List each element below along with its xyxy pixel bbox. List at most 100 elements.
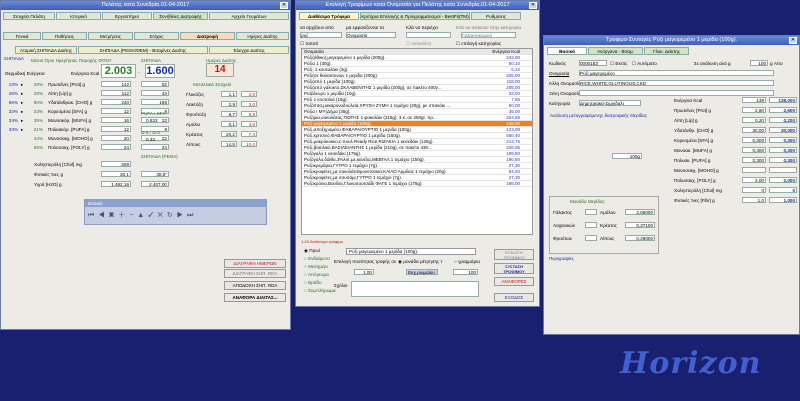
nutrient-value[interactable]: 24	[101, 144, 131, 150]
delete-days-button[interactable]: ΔΙΑΓΡΑΦΗ ΗΜΕΡΩΝ	[224, 259, 286, 268]
tab-history[interactable]: Ιστορικό	[56, 12, 101, 20]
unit-macro-value[interactable]: 0,37100	[625, 222, 655, 228]
radio-grams[interactable]: ○ γραμμάρια	[454, 259, 480, 264]
mineral-value[interactable]: 20,2	[221, 131, 237, 137]
comp-nutrient-value[interactable]: 0,300	[742, 137, 766, 143]
mineral-target[interactable]: 2,0	[241, 91, 257, 97]
tab-basic[interactable]: Βασικά	[547, 47, 587, 55]
mineral-target[interactable]: 7,4	[241, 131, 257, 137]
nutrient-value[interactable]: 240	[101, 99, 131, 105]
accept-rda-button[interactable]: ΑΠΟΔΟΧΗ ΣΗΠ. RDA	[224, 281, 286, 290]
per-field[interactable]: 100	[750, 60, 768, 66]
nutrient-target[interactable]: 52	[141, 81, 169, 87]
col-name-header[interactable]: Ονομασία	[304, 49, 324, 54]
meal-radio[interactable]: ◉ Πρωί	[304, 248, 320, 254]
save-icon[interactable]: ▣	[109, 212, 119, 219]
comp-nutrient-value[interactable]: 138	[742, 97, 766, 103]
close-icon[interactable]: ✕	[529, 2, 537, 9]
nutrient-target[interactable]: 43	[141, 90, 169, 96]
mineral-value[interactable]: 2,9	[221, 101, 237, 107]
unit-macro-value[interactable]: 0,26000	[625, 235, 655, 241]
comp-nutrient-total[interactable]	[769, 167, 797, 173]
chk-topical[interactable]: ☐ τοποτί	[300, 41, 318, 47]
comp-nutrient-value[interactable]: 1,0	[742, 197, 766, 203]
portion-field[interactable]: 100g	[612, 153, 642, 159]
comp-nutrient-total[interactable]: 0,300	[769, 137, 797, 143]
mineral-value[interactable]: 8,7	[221, 111, 237, 117]
next-record-icon[interactable]: ▶	[177, 212, 187, 219]
confirm-icon[interactable]: ✓	[148, 212, 157, 219]
chk-auto[interactable]: ☐ Αυτόματο	[632, 61, 657, 67]
unit-macro-value[interactable]: 2,66000	[625, 209, 655, 215]
chk-insulin[interactable]: ☐ Ινσουλίνη	[406, 41, 431, 47]
add-icon[interactable]: ＋	[118, 212, 129, 219]
close-icon[interactable]: ✕	[789, 37, 797, 44]
name-field[interactable]: Ρύζι μαγειρεμένο	[579, 70, 774, 76]
chk-excluded[interactable]: ☐ Εκτός	[610, 61, 627, 67]
comp-nutrient-total[interactable]: 1,000	[769, 197, 797, 203]
subtab-checks[interactable]: Έλεγχοι Διαίτης	[209, 46, 289, 54]
food-row[interactable]: Ρυζοκρόνια,Βανίλια,Γλυκοσουτσάδι ΦΑΓΕ 1 …	[302, 181, 532, 187]
comp-nutrient-total[interactable]: 0,200	[769, 117, 797, 123]
tab-goal[interactable]: Στόχος	[134, 32, 179, 40]
alt-name-field[interactable]: RICE,WHITE,GLUTINOUS,CKD	[579, 80, 774, 86]
delete-rda-button[interactable]: ΔΙΑΓΡΑΦΗ ΣΗΠ. RDA	[224, 269, 286, 278]
tab-lab[interactable]: Εργαστήριο	[102, 12, 152, 20]
chol-field[interactable]: 258	[101, 161, 131, 167]
tab-measurements[interactable]: Μετρήσεις	[88, 32, 133, 40]
show-select[interactable]: Ονομασία	[346, 32, 396, 38]
mineral-value[interactable]: 0,1	[221, 121, 237, 127]
fiber-field[interactable]: 30,1	[101, 171, 131, 177]
qty2-input[interactable]: 100	[453, 269, 478, 275]
mineral-target[interactable]: 10,4	[241, 141, 257, 147]
exit-button[interactable]: ΕΞΟΔΟΣ	[494, 293, 534, 302]
tab-general[interactable]: Γενικά	[3, 32, 41, 40]
meal-radio[interactable]: ○ Μεσημέρι	[304, 264, 328, 269]
nutrient-target[interactable]: 24	[141, 144, 169, 150]
tab-glycemic[interactable]: Γλυκ. Δείκτης	[644, 47, 689, 55]
mineral-value[interactable]: 14,5	[221, 141, 237, 147]
category-select[interactable]: Γαλακτοκομικά	[461, 32, 516, 38]
tab-habits[interactable]: Συνήθειες Διατροφής	[153, 12, 208, 20]
comp-nutrient-total[interactable]: 0,300	[769, 157, 797, 163]
comp-nutrient-value[interactable]: 0,300	[742, 147, 766, 153]
comp-nutrient-value[interactable]	[742, 167, 766, 173]
tab-criteria[interactable]: Κριτήρια Επιλογής & Προγραμματισμοί - Be…	[360, 12, 470, 20]
subtab-individual[interactable]: Ατομική ΣΗΠΙΑΔΑ Διαίτης	[15, 46, 77, 54]
fiber-field-2[interactable]: 38,5"	[141, 171, 169, 177]
meal-radio[interactable]: ○ Βράδυ	[304, 280, 321, 285]
contains-input[interactable]	[406, 32, 451, 38]
meal-radio[interactable]: ○ Ενδιάμεσο	[304, 256, 330, 261]
qty-input[interactable]: 1,00	[354, 269, 374, 275]
first-record-icon[interactable]: ⏮	[88, 212, 98, 219]
comp-nutrient-value[interactable]: 0,20	[742, 117, 766, 123]
water-field[interactable]: 1.482,19	[101, 181, 131, 187]
nutrient-value[interactable]: 112	[101, 90, 131, 96]
mineral-target[interactable]: 3,0	[241, 101, 257, 107]
category-field[interactable]: Δημητριακά-Σιμιγδαλι	[579, 100, 641, 106]
tab-settings[interactable]: Ρυθμίσεις	[471, 12, 521, 20]
comp-nutrient-total[interactable]: 2,000	[769, 177, 797, 183]
meal-radio[interactable]: ○ Συμπλήρωμα	[304, 288, 336, 293]
nutrient-value[interactable]: 20	[101, 135, 131, 141]
tab-meal-log[interactable]: Αρχείο Γευμάτων	[209, 12, 289, 20]
comp-nutrient-value[interactable]: 2,60	[742, 107, 766, 113]
tab-diet[interactable]: Διατροφή	[180, 32, 235, 40]
comp-nutrient-value[interactable]: 30,00	[742, 127, 766, 133]
nutrient-value[interactable]: 12	[101, 108, 131, 114]
select-food-button[interactable]: ΕΠΙΛΟΓΗ ΤΡΟΦΙΜΟΥ	[494, 249, 534, 260]
nutrient-value[interactable]: 142	[101, 81, 131, 87]
tab-client-info[interactable]: Στοιχεία Πελάτη	[3, 12, 55, 20]
unit-food-value[interactable]	[585, 222, 597, 228]
cancel-icon[interactable]: ✕	[158, 212, 167, 219]
note-input[interactable]	[351, 281, 479, 297]
mineral-value[interactable]: 1,1	[221, 91, 237, 97]
code-field[interactable]: 0000183	[579, 60, 607, 66]
meal-radio[interactable]: ○ Απόγευμα	[304, 272, 329, 277]
edit-icon[interactable]: ▲	[137, 212, 148, 219]
comp-nutrient-total[interactable]: 2,600	[769, 107, 797, 113]
comp-nutrient-total[interactable]: 30,000	[769, 127, 797, 133]
foreign-name-field[interactable]	[579, 90, 774, 96]
mineral-target[interactable]: 6,8	[241, 111, 257, 117]
comp-nutrient-total[interactable]: 0	[769, 187, 797, 193]
